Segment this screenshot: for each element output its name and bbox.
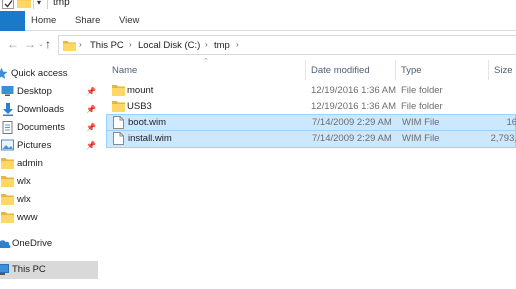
column-divider[interactable] [305,60,306,80]
breadcrumb-this-pc[interactable]: This PC [90,40,124,51]
breadcrumb-chevron-icon[interactable]: › [236,40,239,49]
file-size: 163, [506,117,516,128]
breadcrumb-chevron-icon[interactable]: › [129,40,132,49]
forward-arrow-icon[interactable]: → [24,37,36,51]
customize-toolbar-icon[interactable]: ▾ [37,0,41,7]
pin-icon: 📌 [86,141,96,150]
download-icon [2,103,14,119]
nav-item-label: admin [17,158,43,169]
nav-onedrive-label: OneDrive [12,238,53,249]
tab-file[interactable] [0,11,25,31]
folder-icon [1,175,14,190]
column-header-size[interactable]: Size [494,65,512,76]
properties-icon[interactable] [2,0,14,9]
nav-item-label: Downloads [17,104,64,115]
new-folder-icon[interactable] [17,0,31,8]
column-header-type[interactable]: Type [401,65,422,76]
computer-icon [0,264,9,278]
pictures-icon [1,139,14,154]
folder-icon [112,84,125,99]
file-name: USB3 [127,101,152,112]
file-row-boot-wim[interactable]: boot.wim 7/14/2009 2:29 AM WIM File 163, [106,114,516,131]
nav-this-pc-label: This PC [12,264,46,275]
file-row-install-wim[interactable]: install.wim 7/14/2009 2:29 AM WIM File 2… [106,131,516,148]
star-icon [0,67,8,83]
toolbar-separator [47,0,48,9]
back-arrow-icon[interactable]: ← [7,37,19,51]
toolbar-separator [33,0,34,9]
nav-item-label: Desktop [17,86,52,97]
file-type: File folder [401,101,443,112]
folder-icon [1,193,14,208]
file-type: File folder [401,85,443,96]
tab-view[interactable]: View [119,15,139,26]
file-list: ⌃ Name Date modified Type Size mount 12/… [106,58,516,289]
pin-icon: 📌 [86,87,96,96]
nav-item-pictures[interactable]: Pictures 📌 [0,137,98,155]
column-header-name[interactable]: Name [112,65,137,76]
sort-ascending-icon: ⌃ [203,58,209,65]
title-bar: ▾ tmp [0,0,516,11]
file-date-modified: 12/19/2016 1:36 AM [311,85,397,96]
nav-item-label: Pictures [17,140,52,151]
nav-quick-access[interactable]: Quick access [0,65,98,83]
documents-icon [2,121,14,137]
file-type: WIM File [402,117,440,128]
nav-item-desktop[interactable]: Desktop 📌 [0,83,98,101]
file-type: WIM File [402,133,440,144]
folder-icon [63,41,76,51]
file-size: 2,793, [490,133,516,144]
window-title: tmp [53,0,70,8]
desktop-icon [1,85,14,100]
file-row-mount[interactable]: mount 12/19/2016 1:36 AM File folder [106,82,516,99]
file-name: mount [127,85,154,96]
file-name: install.wim [128,133,172,144]
file-icon [113,132,124,148]
nav-this-pc[interactable]: This PC [0,261,98,279]
breadcrumb-tmp[interactable]: tmp [214,40,230,51]
nav-item-wlx[interactable]: wlx [0,191,98,209]
nav-onedrive[interactable]: OneDrive [0,235,98,253]
nav-item-www[interactable]: www [0,209,98,227]
folder-icon [1,211,14,226]
column-header-date-modified[interactable]: Date modified [311,65,370,76]
navigation-bar: ← → ⌄ ↑ › This PC › Local Disk (C:) › tm… [0,31,516,58]
file-date-modified: 12/19/2016 1:36 AM [311,101,397,112]
file-date-modified: 7/14/2009 2:29 AM [312,133,392,144]
nav-item-label: wlx [17,194,31,205]
folder-icon [112,100,125,115]
nav-item-documents[interactable]: Documents 📌 [0,119,98,137]
nav-item-admin[interactable]: admin [0,155,98,173]
file-date-modified: 7/14/2009 2:29 AM [312,117,392,128]
cloud-icon [0,239,11,251]
address-bar[interactable]: › This PC › Local Disk (C:) › tmp › [58,35,516,55]
ribbon-tabs: Home Share View [0,11,516,31]
pin-icon: 📌 [86,123,96,132]
navigation-pane: Quick access Desktop 📌 Downloads 📌 Docum… [0,58,98,289]
up-arrow-icon[interactable]: ↑ [45,37,51,51]
tab-share[interactable]: Share [75,15,100,26]
column-divider[interactable] [488,60,489,80]
pin-icon: 📌 [86,105,96,114]
column-headers: ⌃ Name Date modified Type Size [106,58,516,80]
navigation-pane-scrollbar[interactable] [98,58,106,289]
nav-item-label: www [17,212,38,223]
breadcrumb-chevron-icon[interactable]: › [205,40,208,49]
nav-item-label: Documents [17,122,66,133]
file-icon [113,116,124,132]
file-row-usb3[interactable]: USB3 12/19/2016 1:36 AM File folder [106,98,516,115]
recent-locations-icon[interactable]: ⌄ [38,40,44,48]
nav-item-downloads[interactable]: Downloads 📌 [0,101,98,119]
folder-icon [1,157,14,172]
nav-quick-access-label: Quick access [11,68,68,79]
column-divider[interactable] [395,60,396,80]
file-name: boot.wim [128,117,167,128]
breadcrumb-local-disk[interactable]: Local Disk (C:) [138,40,200,51]
nav-item-wlx[interactable]: wlx [0,173,98,191]
nav-item-label: wlx [17,176,31,187]
tab-home[interactable]: Home [31,15,56,26]
breadcrumb-chevron-icon[interactable]: › [79,40,82,49]
